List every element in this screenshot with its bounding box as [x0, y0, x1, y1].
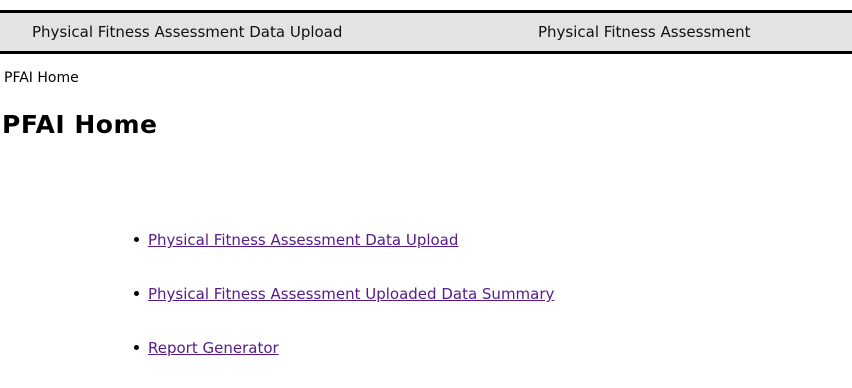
list-item: Physical Fitness Assessment Uploaded Dat… — [134, 280, 554, 308]
list-item: Report Generator — [134, 334, 554, 362]
link-list: Physical Fitness Assessment Data Upload … — [134, 226, 554, 388]
bullet-icon — [134, 237, 139, 242]
page-title: PFAI Home — [2, 110, 158, 139]
link-report-generator[interactable]: Report Generator — [148, 339, 279, 357]
list-item: Physical Fitness Assessment Data Upload — [134, 226, 554, 254]
link-data-upload[interactable]: Physical Fitness Assessment Data Upload — [148, 231, 458, 249]
bullet-icon — [134, 345, 139, 350]
link-uploaded-data-summary[interactable]: Physical Fitness Assessment Uploaded Dat… — [148, 285, 554, 303]
nav-item-fitness-assessment[interactable]: Physical Fitness Assessment — [538, 13, 750, 51]
breadcrumb: PFAI Home — [4, 70, 79, 86]
nav-item-data-upload[interactable]: Physical Fitness Assessment Data Upload — [32, 13, 342, 51]
top-nav-bar: Physical Fitness Assessment Data Upload … — [0, 10, 852, 54]
bullet-icon — [134, 291, 139, 296]
